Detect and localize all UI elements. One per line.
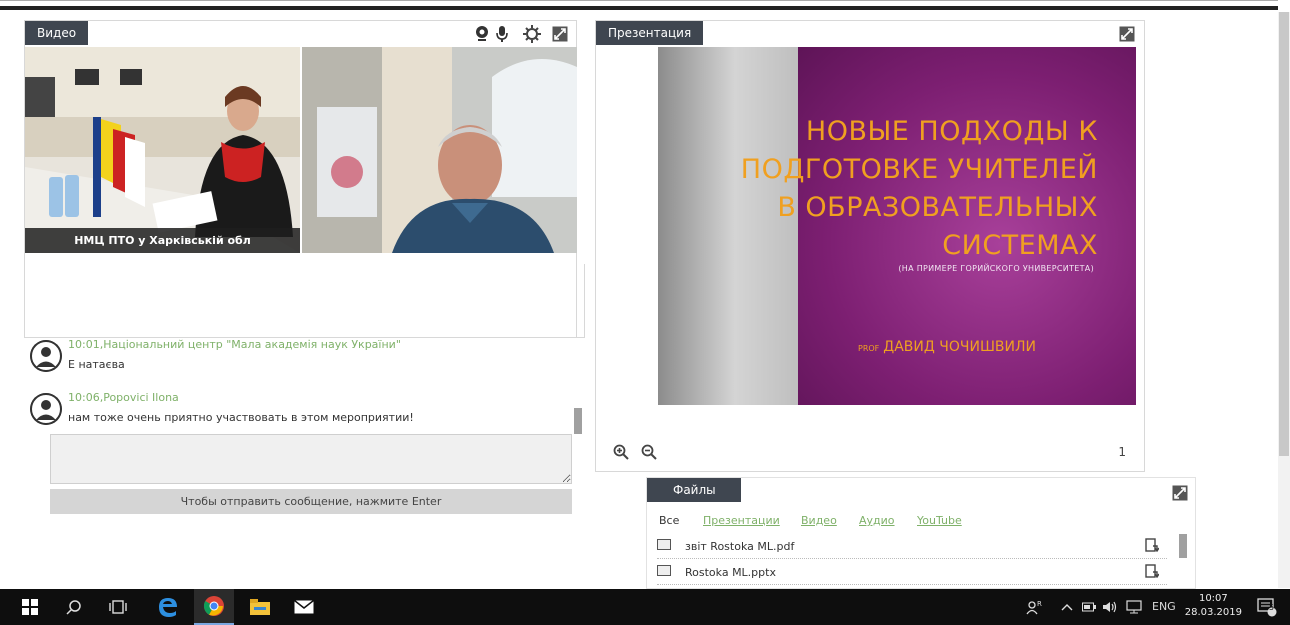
microphone-icon[interactable] (491, 23, 513, 45)
filter-presentations[interactable]: Презентации (703, 514, 780, 527)
webcam-icon[interactable] (471, 23, 493, 45)
fullscreen-icon[interactable] (1169, 482, 1191, 504)
notification-count: 5 (1269, 603, 1275, 612)
clock-date: 28.03.2019 (1184, 607, 1242, 618)
search-icon[interactable] (56, 589, 92, 625)
slide-title: НОВЫЕ ПОДХОДЫ К ПОДГОТОВКЕ УЧИТЕЛЕЙ В ОБ… (668, 113, 1098, 265)
windows-start-icon[interactable] (12, 589, 48, 625)
chevron-up-icon[interactable] (1058, 589, 1076, 625)
slide-author-prefix: PROF (858, 344, 880, 353)
notifications-icon[interactable]: 5 (1252, 589, 1282, 625)
file-name[interactable]: Rostoka ML.pptx (685, 566, 776, 579)
chat-message: 10:06,Popovici Ilona нам тоже очень прия… (30, 391, 570, 433)
file-name[interactable]: звіт Rostoka ML.pdf (685, 540, 794, 553)
battery-icon[interactable] (1080, 589, 1098, 625)
filter-video[interactable]: Видео (801, 514, 837, 527)
svg-text:R: R (1037, 600, 1042, 608)
chat-send-hint: Чтобы отправить сообщение, нажмите Enter (50, 489, 572, 514)
message-author[interactable]: 10:01,Національний центр "Мала академія … (68, 338, 401, 351)
network-icon[interactable] (1124, 589, 1144, 625)
top-border (0, 0, 1278, 1)
chat-scrollbar[interactable] (574, 408, 582, 434)
slide-author: PROF ДАВИД ЧОЧИШВИЛИ (858, 339, 1036, 355)
task-view-icon[interactable] (100, 589, 136, 625)
slide-page-number: 1 (1118, 445, 1126, 459)
file-icon (657, 539, 671, 550)
chat-message-input[interactable] (50, 434, 572, 484)
files-scrollbar[interactable] (1179, 534, 1187, 558)
filter-youtube[interactable]: YouTube (917, 514, 962, 527)
file-explorer-icon[interactable] (242, 589, 278, 625)
chat-history-frame (24, 264, 585, 338)
clock-time: 10:07 (1198, 593, 1228, 604)
file-icon (657, 565, 671, 576)
download-icon[interactable] (1145, 564, 1160, 581)
fullscreen-icon[interactable] (1116, 23, 1138, 45)
slide-title-line: ПОДГОТОВКЕ УЧИТЕЛЕЙ (740, 154, 1098, 185)
video-tab[interactable]: Видео (25, 21, 89, 45)
slide-author-name: ДАВИД ЧОЧИШВИЛИ (883, 339, 1036, 355)
files-panel: Файлы Все Презентации Видео Аудио YouTub… (646, 477, 1196, 589)
slide-title-line: В ОБРАЗОВАТЕЛЬНЫХ (777, 192, 1098, 223)
slide-subtitle: (НА ПРИМЕРЕ ГОРИЙСКОГО УНИВЕРСИТЕТА) (898, 264, 1094, 273)
settings-gear-icon[interactable] (521, 23, 543, 45)
slide-title-line: НОВЫЕ ПОДХОДЫ К (805, 116, 1098, 147)
filter-audio[interactable]: Аудио (859, 514, 895, 527)
volume-icon[interactable] (1100, 589, 1120, 625)
file-row[interactable]: Rostoka ML.pptx (657, 562, 1167, 585)
presentation-tab[interactable]: Презентация (596, 21, 704, 45)
page-scrollbar-thumb[interactable] (1279, 12, 1289, 456)
people-icon[interactable]: R (1022, 589, 1046, 625)
zoom-in-icon[interactable] (610, 441, 632, 463)
top-bar (0, 6, 1278, 10)
download-icon[interactable] (1145, 538, 1160, 555)
video-feed-right (302, 47, 577, 253)
chat-message: 10:01,Національний центр "Мала академія … (30, 338, 570, 380)
avatar (30, 340, 62, 372)
mail-icon[interactable] (286, 589, 322, 625)
filter-all[interactable]: Все (659, 514, 679, 527)
message-text: нам тоже очень приятно участвовать в это… (68, 411, 414, 424)
file-row[interactable]: звіт Rostoka ML.pdf (657, 536, 1167, 559)
slide-title-line: СИСТЕМАХ (942, 230, 1098, 261)
avatar (30, 393, 62, 425)
chat-panel: 10:01,Національний центр "Мала академія … (24, 264, 585, 518)
video-caption-left: НМЦ ПТО у Харківській обл (25, 228, 300, 253)
message-text: Е натаєва (68, 358, 125, 371)
presentation-slide: НОВЫЕ ПОДХОДЫ К ПОДГОТОВКЕ УЧИТЕЛЕЙ В ОБ… (658, 47, 1136, 405)
files-tab[interactable]: Файлы (647, 478, 741, 502)
zoom-out-icon[interactable] (638, 441, 660, 463)
language-indicator[interactable]: ENG (1152, 589, 1176, 625)
message-author[interactable]: 10:06,Popovici Ilona (68, 391, 179, 404)
presentation-panel: Презентация НОВЫЕ ПОДХОДЫ К ПОДГОТОВКЕ У… (595, 20, 1145, 472)
chrome-browser-icon[interactable] (194, 589, 234, 625)
video-feed-left: НМЦ ПТО у Харківській обл (25, 47, 300, 253)
windows-taskbar: R ENG 10:07 28.03.2019 5 (0, 589, 1290, 625)
fullscreen-icon[interactable] (549, 23, 571, 45)
edge-browser-icon[interactable] (150, 589, 186, 625)
system-clock[interactable]: 10:07 28.03.2019 (1185, 592, 1242, 620)
